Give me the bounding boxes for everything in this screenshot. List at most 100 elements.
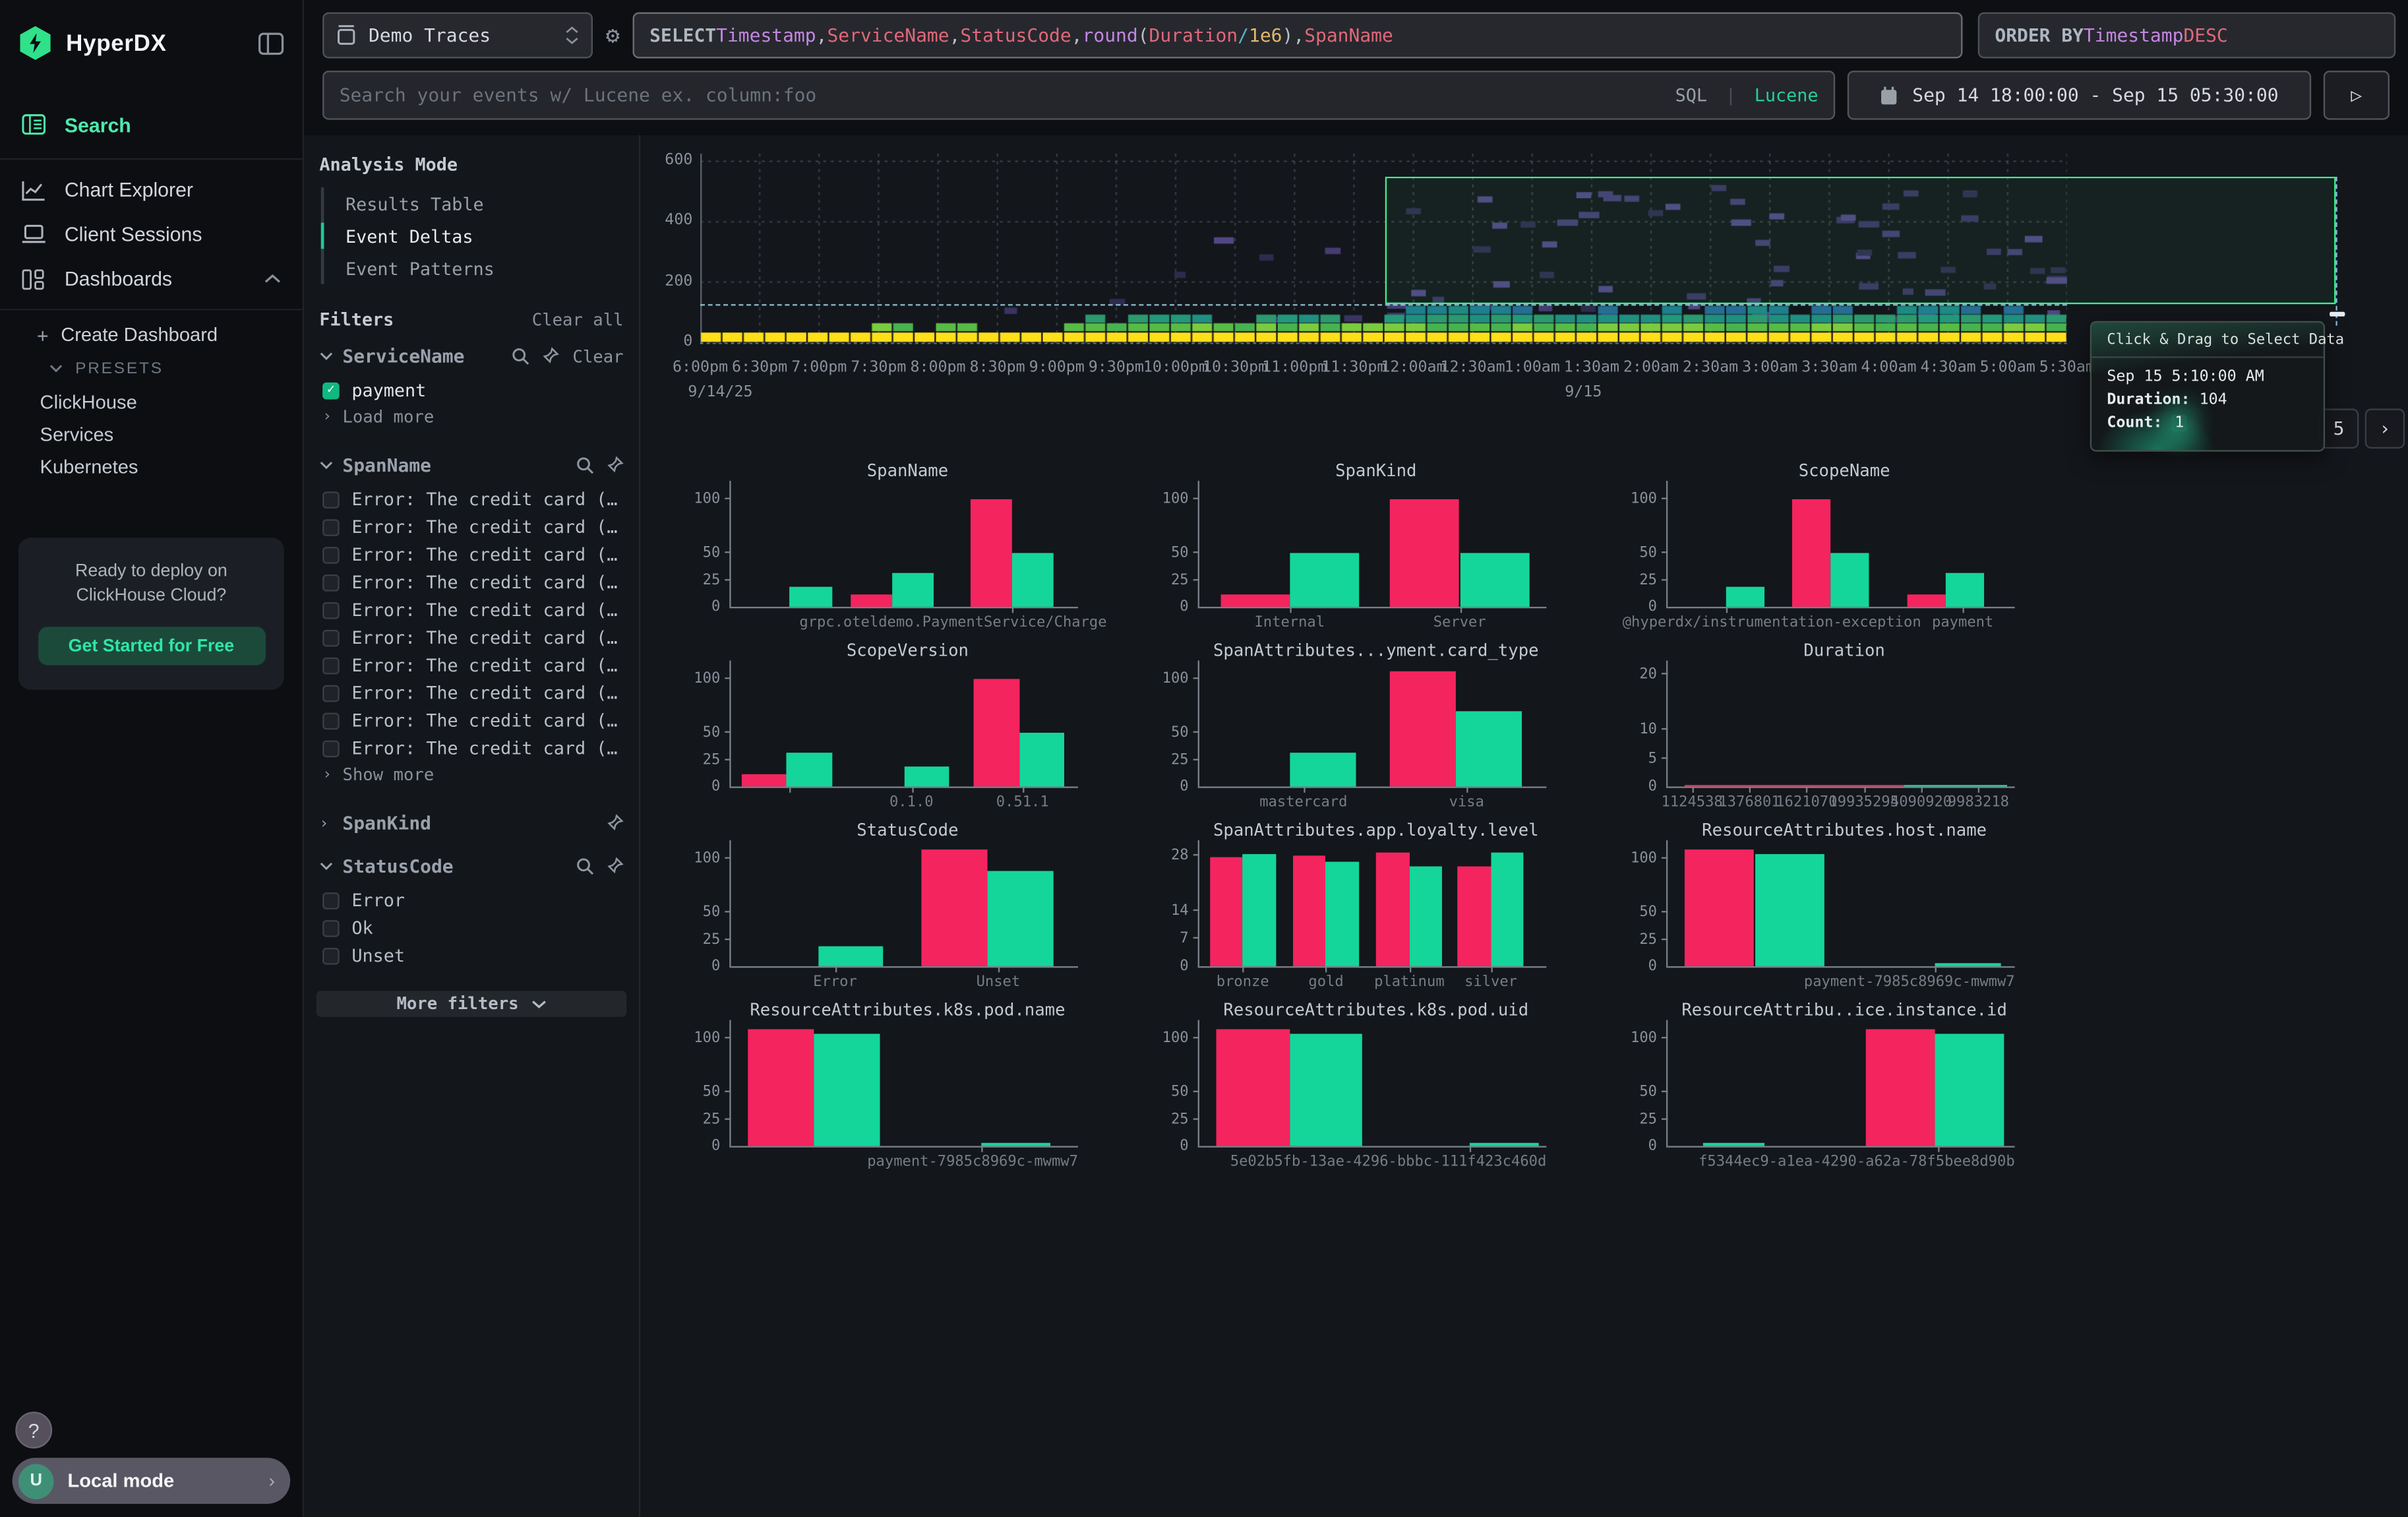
checkbox[interactable] xyxy=(322,546,340,563)
plus-icon: + xyxy=(37,323,49,346)
analysis-mode-option[interactable]: Results Table xyxy=(324,187,626,220)
source-select[interactable]: Demo Traces xyxy=(322,13,593,59)
get-started-button[interactable]: Get Started for Free xyxy=(38,627,265,665)
checkbox[interactable]: ✓ xyxy=(322,382,340,399)
checkbox[interactable] xyxy=(322,602,340,619)
filter-option[interactable]: Error: The credit card (… xyxy=(316,485,626,513)
checkbox[interactable] xyxy=(322,491,340,508)
user-menu[interactable]: U Local mode › xyxy=(13,1458,291,1504)
checkbox[interactable] xyxy=(322,947,340,964)
threshold-handle[interactable] xyxy=(2330,312,2345,317)
filter-section-servicename[interactable]: ServiceName Clear xyxy=(319,346,623,367)
sidebar-item-create-dashboard[interactable]: + Create Dashboard xyxy=(0,318,303,352)
checkbox[interactable] xyxy=(322,518,340,536)
clear-servicename-button[interactable]: Clear xyxy=(572,346,623,366)
sidebar-item-kubernetes[interactable]: Kubernetes xyxy=(0,450,303,482)
lucene-toggle[interactable]: Lucene xyxy=(1755,84,1819,106)
help-button[interactable]: ? xyxy=(15,1411,52,1448)
pin-icon[interactable] xyxy=(605,814,624,832)
mini-chart-scopename[interactable]: ScopeName02550100@hyperdx/instrumentatio… xyxy=(1612,461,2030,630)
filter-option[interactable]: Error: The credit card (… xyxy=(316,596,626,624)
mini-chart-spanattributes-yment-card-type[interactable]: SpanAttributes...yment.card_type02550100… xyxy=(1144,640,1561,809)
filter-option[interactable]: Error: The credit card (… xyxy=(316,651,626,679)
checkbox[interactable] xyxy=(322,712,340,729)
analysis-mode-option[interactable]: Event Deltas xyxy=(324,220,626,252)
sql-toggle[interactable]: SQL xyxy=(1675,84,1707,106)
mini-chart-spanname[interactable]: SpanName02550100grpc.oteldemo.PaymentSer… xyxy=(676,461,1093,630)
calendar-icon xyxy=(1880,85,1898,105)
filter-option[interactable]: Unset xyxy=(316,942,626,970)
checkbox[interactable] xyxy=(322,629,340,646)
y-axis-label: 600 xyxy=(640,152,692,170)
filter-option[interactable]: Error: The credit card (… xyxy=(316,679,626,706)
search-input[interactable]: Search your events w/ Lucene ex. column:… xyxy=(322,71,1835,120)
filter-section-statuscode[interactable]: StatusCode xyxy=(319,855,623,877)
mini-chart-spanattributes-app-loyalty-level[interactable]: SpanAttributes.app.loyalty.level071428br… xyxy=(1144,820,1561,989)
order-by-input[interactable]: ORDER BY Timestamp DESC xyxy=(1978,13,2395,59)
filter-section-spanname[interactable]: SpanName xyxy=(319,454,623,476)
y-tick-label: 0 xyxy=(1180,1138,1188,1155)
pin-icon[interactable] xyxy=(541,347,559,365)
query-token: round xyxy=(1083,24,1138,46)
chart-title: StatusCode xyxy=(676,820,1093,842)
mini-chart-statuscode[interactable]: StatusCode02550100ErrorUnset xyxy=(676,820,1093,989)
mini-chart-resourceattributes-k8s-pod-name[interactable]: ResourceAttributes.k8s.pod.name02550100p… xyxy=(676,1000,1093,1169)
clear-all-button[interactable]: Clear all xyxy=(532,309,624,329)
sidebar-item-dashboards[interactable]: Dashboards xyxy=(0,257,303,301)
mini-chart-scopeversion[interactable]: ScopeVersion025501000.1.00.51.1 xyxy=(676,640,1093,809)
x-tick-label: 4090920 xyxy=(1890,794,1952,811)
search-icon[interactable] xyxy=(576,456,594,475)
pin-icon[interactable] xyxy=(605,857,624,876)
mini-chart-resourceattribu-ice-instance-id[interactable]: ResourceAttribu..ice.instance.id02550100… xyxy=(1612,1000,2030,1169)
date-range-picker[interactable]: Sep 14 18:00:00 - Sep 15 05:30:00 xyxy=(1848,71,2311,120)
mini-chart-spankind[interactable]: SpanKind02550100InternalServer xyxy=(1144,461,1561,630)
heatmap-plot[interactable] xyxy=(700,154,2067,344)
sidebar-collapse-icon[interactable] xyxy=(258,32,284,55)
servicename-options: ✓payment xyxy=(316,377,626,404)
mini-chart-resourceattributes-host-name[interactable]: ResourceAttributes.host.name02550100paym… xyxy=(1612,820,2030,989)
chart-title: ResourceAttributes.k8s.pod.uid xyxy=(1144,1000,1561,1022)
y-tick-label: 100 xyxy=(1631,491,1657,508)
checkbox[interactable] xyxy=(322,919,340,937)
analysis-mode-option[interactable]: Event Patterns xyxy=(324,252,626,284)
filter-section-spankind[interactable]: › SpanKind xyxy=(319,813,623,834)
mini-chart-duration[interactable]: Duration05102011245381376801162107019935… xyxy=(1612,640,2030,809)
search-icon[interactable] xyxy=(511,347,529,365)
filter-option[interactable]: Error: The credit card (… xyxy=(316,624,626,652)
filter-option[interactable]: Ok xyxy=(316,914,626,942)
selection-region[interactable] xyxy=(1385,177,2336,304)
checkbox[interactable] xyxy=(322,685,340,702)
next-page-button[interactable]: › xyxy=(2365,409,2405,449)
duration-heatmap[interactable]: 6004002000 6:00pm6:30pm7:00pm7:30pm8:00p… xyxy=(640,154,2068,423)
filter-option[interactable]: Error: The credit card (… xyxy=(316,513,626,541)
more-filters-button[interactable]: More filters xyxy=(316,991,626,1017)
filter-option[interactable]: Error: The credit card (… xyxy=(316,734,626,762)
time-axis-label: 5:00am xyxy=(1980,359,2035,377)
select-clause-input[interactable]: SELECT Timestamp, ServiceName, StatusCod… xyxy=(633,13,1963,59)
filter-option[interactable]: Error: The credit card (… xyxy=(316,706,626,734)
filter-option[interactable]: Error: The credit card (… xyxy=(316,569,626,596)
checkbox[interactable] xyxy=(322,574,340,591)
chevron-right-icon: › xyxy=(269,1470,275,1492)
run-query-button[interactable]: ▷ xyxy=(2324,71,2390,120)
language-toggle[interactable]: SQL | Lucene xyxy=(1675,84,1819,106)
show-more-button[interactable]: ›Show more xyxy=(316,762,626,788)
threshold-line[interactable] xyxy=(700,304,2067,305)
pin-icon[interactable] xyxy=(605,456,624,475)
sidebar-item-chart-explorer[interactable]: Chart Explorer xyxy=(0,168,303,212)
checkbox[interactable] xyxy=(322,739,340,757)
sidebar-item-client-sessions[interactable]: Client Sessions xyxy=(0,212,303,257)
sidebar-item-services[interactable]: Services xyxy=(0,418,303,450)
sidebar-presets-toggle[interactable]: PRESETS xyxy=(0,352,303,385)
gear-icon[interactable]: ⚙ xyxy=(593,13,633,59)
filter-option[interactable]: Error: The credit card (… xyxy=(316,541,626,569)
filter-option[interactable]: Error xyxy=(316,886,626,914)
filter-option[interactable]: ✓payment xyxy=(316,377,626,404)
mini-chart-resourceattributes-k8s-pod-uid[interactable]: ResourceAttributes.k8s.pod.uid025501005e… xyxy=(1144,1000,1561,1169)
sidebar-item-search[interactable]: Search xyxy=(0,98,303,150)
checkbox[interactable] xyxy=(322,657,340,674)
search-icon[interactable] xyxy=(576,857,594,876)
load-more-button[interactable]: ›Load more xyxy=(316,404,626,431)
checkbox[interactable] xyxy=(322,892,340,909)
sidebar-item-clickhouse[interactable]: ClickHouse xyxy=(0,386,303,418)
